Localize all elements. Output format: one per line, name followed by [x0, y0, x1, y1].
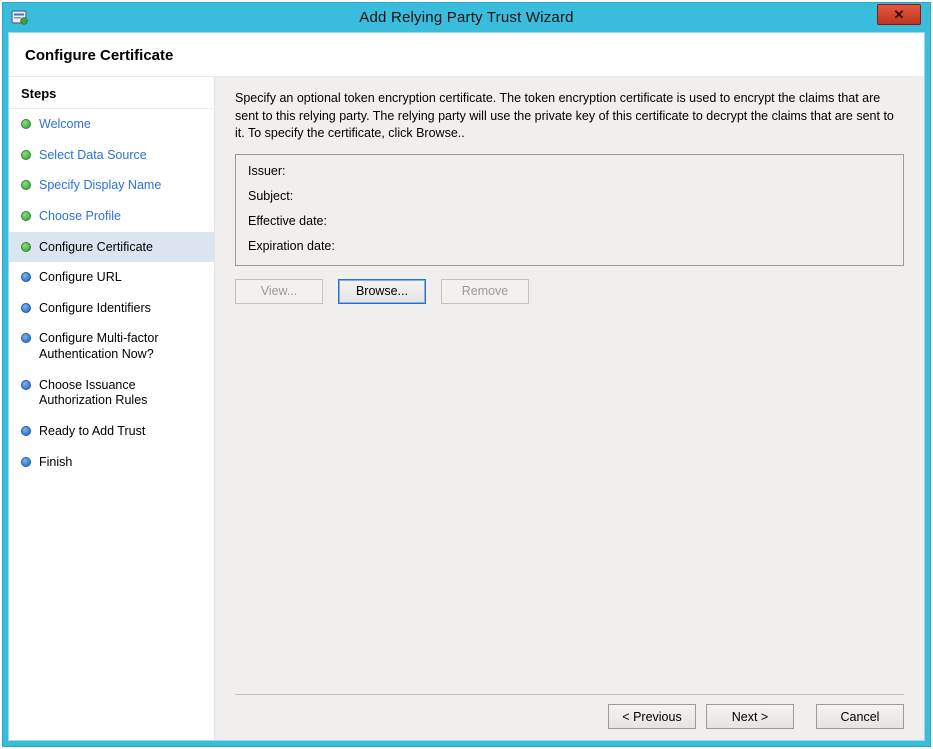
sidebar-step-configure-multi-factor-authentication-now: Configure Multi-factor Authentication No… [9, 323, 214, 369]
cert-field-expiration-date: Expiration date: [248, 239, 891, 253]
step-label: Configure URL [39, 270, 122, 286]
cancel-button[interactable]: Cancel [816, 704, 904, 729]
certificate-details-box: Issuer: Subject: Effective date: Expiration… [235, 154, 904, 266]
cert-field-effective-date: Effective date: [248, 214, 891, 228]
steps-sidebar: Steps Welcome Select Data Source Specify D… [9, 77, 215, 740]
steps-list: Welcome Select Data Source Specify Display… [9, 109, 214, 477]
sidebar-step-welcome[interactable]: Welcome [9, 109, 214, 140]
steps-heading: Steps [9, 77, 214, 109]
pending-step-dot-icon [21, 426, 31, 436]
step-label: Ready to Add Trust [39, 424, 145, 440]
step-label: Specify Display Name [39, 178, 161, 194]
completed-step-dot-icon [21, 119, 31, 129]
wizard-navigation: < Previous Next > Cancel [235, 694, 904, 740]
step-label: Welcome [39, 117, 91, 133]
step-label: Choose Profile [39, 209, 121, 225]
main-content: Specify an optional token encryption cer… [215, 77, 924, 740]
step-label: Finish [39, 455, 72, 471]
cert-field-issuer: Issuer: [248, 164, 891, 178]
window-title: Add Relying Party Trust Wizard [8, 9, 925, 26]
step-label: Select Data Source [39, 148, 147, 164]
sidebar-step-ready-to-add-trust: Ready to Add Trust [9, 416, 214, 447]
completed-step-dot-icon [21, 180, 31, 190]
sidebar-step-configure-identifiers: Configure Identifiers [9, 293, 214, 324]
pending-step-dot-icon [21, 380, 31, 390]
title-bar[interactable]: Add Relying Party Trust Wizard ✕ [8, 3, 925, 32]
description-text: Specify an optional token encryption cer… [235, 90, 895, 143]
pending-step-dot-icon [21, 457, 31, 467]
wizard-body: Configure Certificate Steps Welcome Selec… [8, 32, 925, 741]
pending-step-dot-icon [21, 303, 31, 313]
sidebar-step-choose-profile[interactable]: Choose Profile [9, 201, 214, 232]
page-header: Configure Certificate [9, 33, 924, 77]
completed-step-dot-icon [21, 242, 31, 252]
sidebar-step-configure-certificate: Configure Certificate [9, 232, 214, 263]
next-button[interactable]: Next > [706, 704, 794, 729]
remove-button: Remove [441, 279, 529, 304]
sidebar-step-specify-display-name[interactable]: Specify Display Name [9, 170, 214, 201]
completed-step-dot-icon [21, 211, 31, 221]
page-title: Configure Certificate [25, 47, 906, 64]
pending-step-dot-icon [21, 333, 31, 343]
previous-button[interactable]: < Previous [608, 704, 696, 729]
step-label: Configure Identifiers [39, 301, 151, 317]
sidebar-step-configure-url: Configure URL [9, 262, 214, 293]
sidebar-step-select-data-source[interactable]: Select Data Source [9, 140, 214, 171]
view-button: View... [235, 279, 323, 304]
cert-field-subject: Subject: [248, 189, 891, 203]
pending-step-dot-icon [21, 272, 31, 282]
wizard-window: Add Relying Party Trust Wizard ✕ Configu… [2, 2, 931, 747]
close-button[interactable]: ✕ [877, 4, 921, 25]
step-label: Choose Issuance Authorization Rules [39, 378, 206, 409]
certificate-actions: View... Browse... Remove [235, 279, 904, 304]
browse-button[interactable]: Browse... [338, 279, 426, 304]
step-label: Configure Certificate [39, 240, 153, 256]
sidebar-step-finish: Finish [9, 447, 214, 478]
step-label: Configure Multi-factor Authentication No… [39, 331, 206, 362]
sidebar-step-choose-issuance-authorization-rules: Choose Issuance Authorization Rules [9, 370, 214, 416]
completed-step-dot-icon [21, 150, 31, 160]
